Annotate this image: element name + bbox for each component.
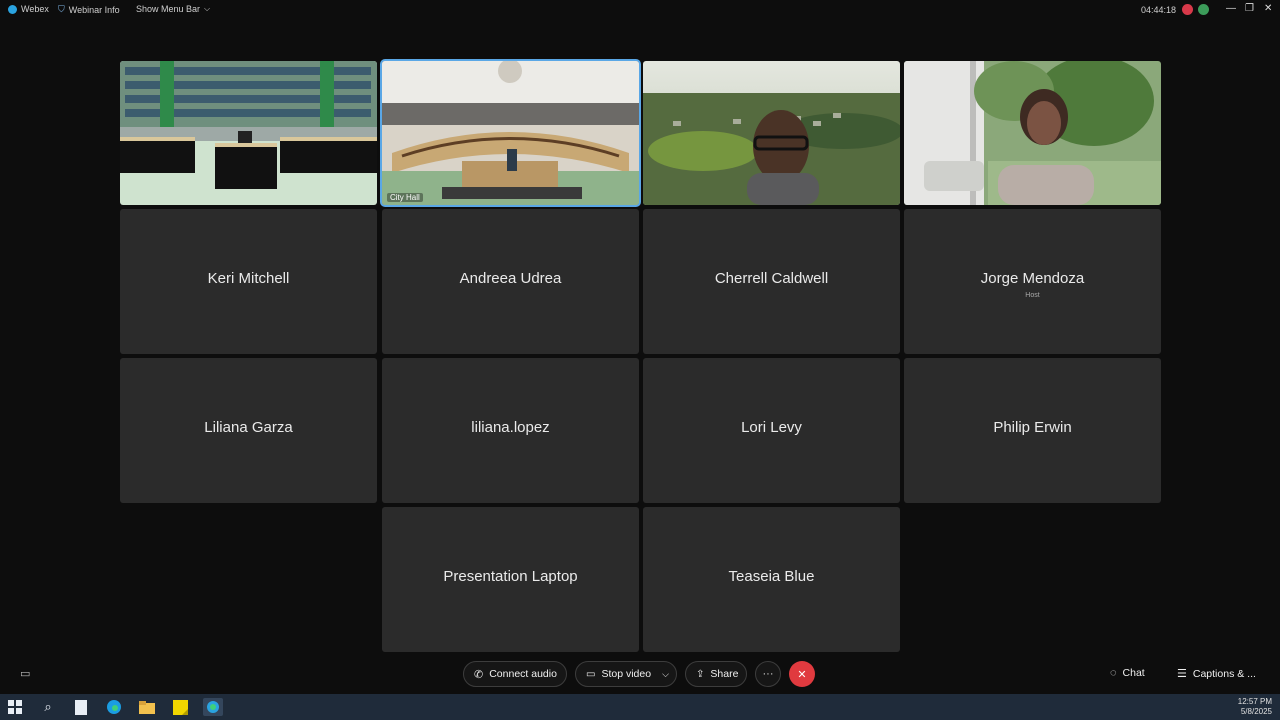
webinar-info-button[interactable]: ⛉ Webinar Info [58, 4, 120, 15]
participant-tile[interactable]: Teaseia Blue [643, 507, 900, 652]
participant-tile[interactable]: Andreea Udrea [382, 209, 639, 354]
participant-name: Philip Erwin [993, 419, 1072, 436]
participant-name: Jorge Mendoza [980, 270, 1085, 287]
windows-start-icon[interactable] [6, 698, 24, 716]
participant-video [643, 61, 900, 205]
share-button[interactable]: ⇪ Share [685, 661, 747, 687]
edge-browser-icon[interactable] [105, 698, 123, 716]
participant-tile[interactable]: liliana.lopez [382, 358, 639, 503]
captions-button[interactable]: ☰ Captions & ... [1177, 667, 1256, 681]
windows-taskbar: ⌕ 12:57 PM 5/8/2025 [0, 694, 1280, 720]
video-tile-participant-host[interactable] [904, 61, 1161, 205]
security-status-icon [1198, 4, 1209, 15]
participant-video [904, 61, 1161, 205]
participant-tile[interactable]: Lori Levy [643, 358, 900, 503]
participant-name: Andreea Udrea [459, 270, 562, 287]
share-label: Share [710, 668, 739, 680]
close-icon: ✕ [797, 668, 807, 681]
video-tile-chamber-floor[interactable] [120, 61, 377, 205]
chevron-down-icon: ⌵ [204, 4, 211, 13]
layout-icon[interactable]: ▭ [20, 667, 30, 680]
more-icon: ··· [762, 668, 774, 680]
participant-tile[interactable]: Liliana Garza [120, 358, 377, 503]
video-tile-participant-aerial[interactable] [643, 61, 900, 205]
video-label: City Hall [387, 193, 423, 202]
video-tile-city-hall[interactable]: City Hall [382, 61, 639, 205]
participant-name: Liliana Garza [204, 419, 293, 436]
webex-menu[interactable]: Webex [8, 4, 49, 14]
captions-label: Captions & ... [1192, 667, 1256, 680]
participant-name: Teaseia Blue [728, 568, 815, 585]
chat-label: Chat [1122, 667, 1145, 679]
webinar-info-label: Webinar Info [68, 4, 120, 15]
phone-icon: ✆ [474, 668, 484, 681]
file-icon[interactable] [72, 698, 90, 716]
share-icon: ⇪ [696, 668, 705, 680]
show-menu-bar-button[interactable]: Show Menu Bar ⌵ [136, 4, 210, 14]
meeting-timer: 04:44:18 [1141, 5, 1177, 15]
clock-time: 12:57 PM [1237, 697, 1272, 706]
participant-role: Host [1025, 292, 1040, 299]
sticky-notes-icon[interactable] [171, 698, 189, 716]
video-camera-icon: ▭ [586, 668, 596, 680]
webex-logo-icon [8, 4, 17, 14]
menu-bar-label: Show Menu Bar [136, 4, 201, 14]
minimize-icon[interactable]: — [1226, 3, 1236, 14]
connect-audio-button[interactable]: ✆ Connect audio [463, 661, 567, 687]
participant-tile[interactable]: Presentation Laptop [382, 507, 639, 652]
participant-tile[interactable]: Cherrell Caldwell [643, 209, 900, 354]
stop-video-label: Stop video [601, 668, 652, 680]
chat-button[interactable]: ◌ Chat [1110, 667, 1145, 679]
file-explorer-icon[interactable] [138, 698, 156, 716]
chamber-floor-video [120, 61, 377, 205]
system-clock[interactable]: 12:57 PM 5/8/2025 [1238, 697, 1272, 717]
close-window-icon[interactable]: ✕ [1264, 3, 1272, 14]
clock-date: 5/8/2025 [1240, 707, 1272, 716]
chevron-down-icon[interactable]: ⌵ [662, 669, 669, 680]
connect-audio-label: Connect audio [489, 668, 557, 680]
participant-tile[interactable]: Keri Mitchell [120, 209, 377, 354]
participant-name: Cherrell Caldwell [714, 270, 829, 287]
participant-tile[interactable]: Jorge Mendoza Host [904, 209, 1161, 354]
webex-taskbar-icon[interactable] [203, 698, 223, 716]
search-icon[interactable]: ⌕ [39, 698, 57, 716]
meeting-controls: ▭ ✆ Connect audio ▭ Stop video ⌵ ⇪ Share… [0, 656, 1280, 692]
city-hall-video [382, 61, 639, 205]
recording-icon [1182, 4, 1193, 15]
title-bar: Webex ⛉ Webinar Info Show Menu Bar ⌵ 04:… [0, 0, 1280, 20]
shield-icon: ⛉ [58, 4, 65, 14]
stop-video-button[interactable]: ▭ Stop video ⌵ [575, 661, 677, 687]
captions-icon: ☰ [1177, 668, 1187, 680]
app-name: Webex [21, 4, 49, 14]
participant-tile[interactable]: Philip Erwin [904, 358, 1161, 503]
chat-icon: ◌ [1110, 667, 1117, 679]
participant-name: Lori Levy [741, 419, 802, 436]
participant-name: liliana.lopez [471, 419, 550, 436]
restore-icon[interactable]: ❐ [1245, 3, 1254, 14]
leave-meeting-button[interactable]: ✕ [789, 661, 815, 687]
participant-name: Keri Mitchell [207, 270, 290, 287]
participant-name: Presentation Laptop [443, 568, 578, 585]
more-options-button[interactable]: ··· [755, 661, 781, 687]
